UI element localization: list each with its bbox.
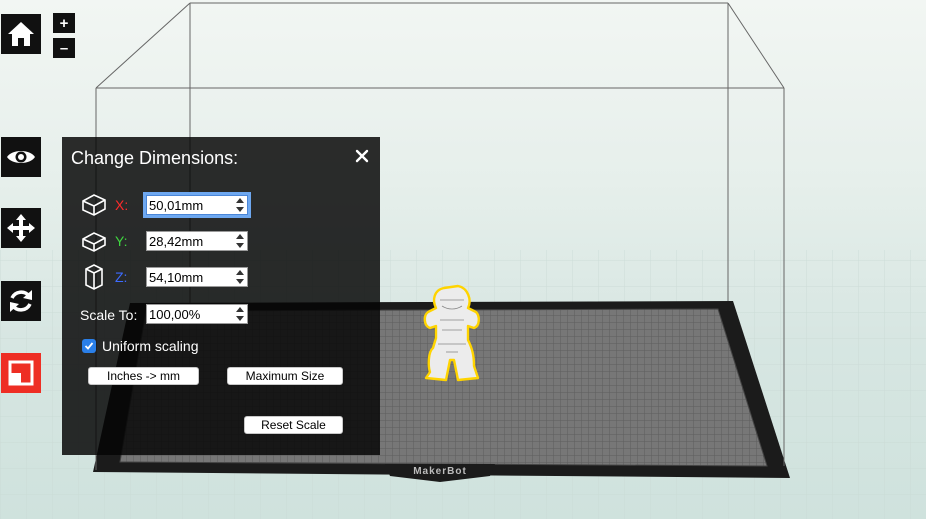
eye-icon bbox=[7, 151, 35, 163]
axis-z-label: Z: bbox=[115, 269, 128, 285]
reset-scale-button[interactable]: Reset Scale bbox=[244, 416, 343, 434]
dimension-x-stepper[interactable] bbox=[234, 197, 246, 213]
view-button[interactable] bbox=[1, 137, 41, 177]
dimension-row-x: X: bbox=[62, 192, 380, 218]
scale-icon bbox=[8, 360, 34, 386]
dimension-z-field[interactable] bbox=[146, 267, 248, 287]
scale-to-label: Scale To: bbox=[80, 307, 138, 323]
home-view-button[interactable] bbox=[1, 14, 41, 54]
dimension-x-input[interactable] bbox=[147, 196, 235, 214]
close-icon bbox=[355, 149, 369, 163]
dimension-y-field[interactable] bbox=[146, 231, 248, 251]
axis-x-label: X: bbox=[115, 197, 129, 213]
dimension-row-z: Z: bbox=[62, 264, 380, 290]
dimension-y-stepper[interactable] bbox=[234, 233, 246, 249]
dimension-y-input[interactable] bbox=[147, 232, 235, 250]
uniform-scaling-label: Uniform scaling bbox=[102, 338, 199, 354]
uniform-scaling-option[interactable]: Uniform scaling bbox=[82, 338, 198, 354]
inches-to-mm-button[interactable]: Inches -> mm bbox=[88, 367, 199, 385]
home-icon bbox=[8, 22, 34, 46]
zoom-in-button[interactable]: + bbox=[53, 13, 75, 33]
rotate-button[interactable] bbox=[1, 281, 41, 321]
scale-to-field[interactable] bbox=[146, 304, 248, 324]
dimension-z-input[interactable] bbox=[147, 268, 235, 286]
scale-to-input[interactable] bbox=[147, 305, 235, 323]
box-z-icon bbox=[85, 264, 103, 290]
plate-brand-text: MakerBot bbox=[413, 466, 467, 477]
scale-button[interactable] bbox=[1, 353, 41, 393]
box-x-icon bbox=[82, 194, 106, 216]
box-y-icon bbox=[82, 232, 106, 252]
checkmark-icon bbox=[84, 342, 94, 350]
scale-to-stepper[interactable] bbox=[234, 306, 246, 322]
change-dimensions-panel: Change Dimensions: X: Y: bbox=[62, 137, 380, 455]
axis-y-label: Y: bbox=[115, 233, 128, 249]
maximum-size-button[interactable]: Maximum Size bbox=[227, 367, 343, 385]
move-arrows-icon bbox=[7, 214, 35, 242]
dimension-z-stepper[interactable] bbox=[234, 269, 246, 285]
dimension-x-field[interactable] bbox=[143, 192, 251, 218]
rotate-icon bbox=[10, 290, 32, 312]
zoom-out-button[interactable]: – bbox=[53, 38, 75, 58]
move-button[interactable] bbox=[1, 208, 41, 248]
dimension-row-y: Y: bbox=[62, 228, 380, 254]
panel-title: Change Dimensions: bbox=[71, 148, 239, 168]
close-panel-button[interactable] bbox=[354, 148, 370, 164]
uniform-scaling-checkbox[interactable] bbox=[82, 339, 96, 353]
